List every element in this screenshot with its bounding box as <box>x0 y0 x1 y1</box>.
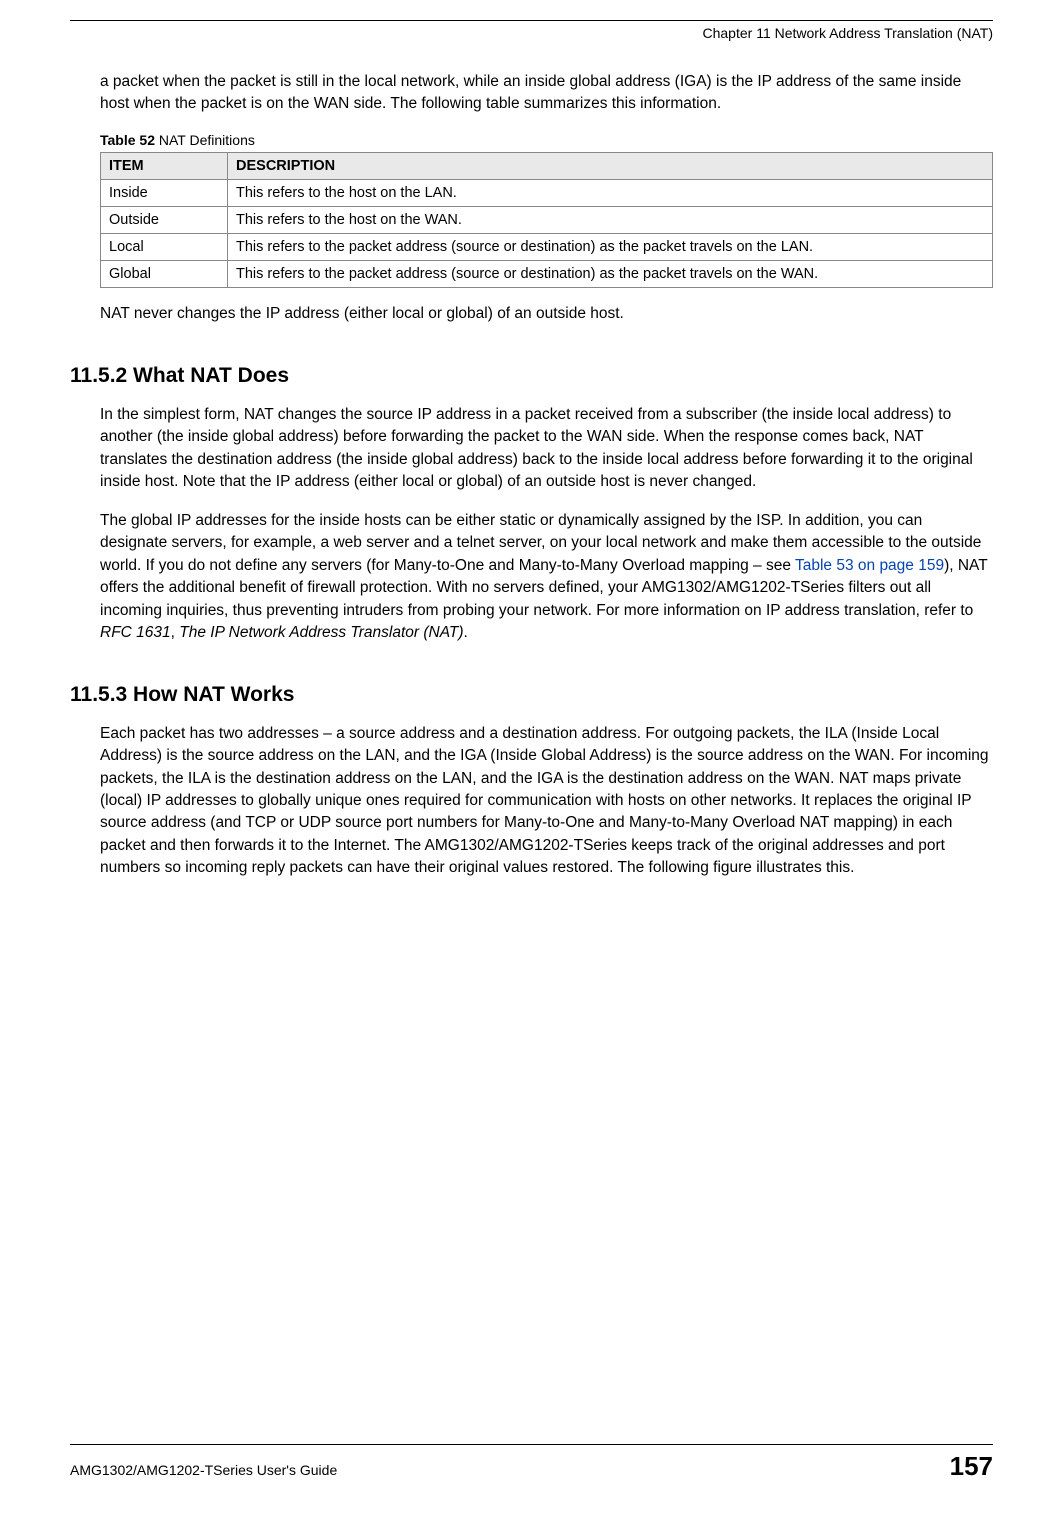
table-cell-desc: This refers to the host on the LAN. <box>228 179 993 206</box>
paragraph-after-table: NAT never changes the IP address (either… <box>100 303 993 325</box>
table-label-rest: NAT Definitions <box>155 132 255 148</box>
table-cell-item: Outside <box>101 206 228 233</box>
table-header-item: ITEM <box>101 152 228 179</box>
table-caption: Table 52 NAT Definitions <box>100 132 993 148</box>
table-cell-desc: This refers to the packet address (sourc… <box>228 260 993 287</box>
p2-end: . <box>464 624 468 641</box>
table-cell-item: Inside <box>101 179 228 206</box>
table-cell-item: Global <box>101 260 228 287</box>
section-1152-p1: In the simplest form, NAT changes the so… <box>100 404 993 494</box>
section-1152-p2: The global IP addresses for the inside h… <box>100 510 993 645</box>
p2-italic-title: The IP Network Address Translator (NAT) <box>179 624 463 641</box>
running-header: Chapter 11 Network Address Translation (… <box>70 25 993 41</box>
table-cell-item: Local <box>101 233 228 260</box>
p2-sep: , <box>171 624 180 641</box>
page-footer: AMG1302/AMG1202-TSeries User's Guide 157 <box>70 1444 993 1482</box>
p2-italic-rfc: RFC 1631 <box>100 624 171 641</box>
table-cell-desc: This refers to the host on the WAN. <box>228 206 993 233</box>
table-row: Global This refers to the packet address… <box>101 260 993 287</box>
table-row: Local This refers to the packet address … <box>101 233 993 260</box>
section-1153-p1: Each packet has two addresses – a source… <box>100 723 993 880</box>
section-heading-1153: 11.5.3 How NAT Works <box>70 683 993 707</box>
table-label-bold: Table 52 <box>100 132 155 148</box>
nat-definitions-table: ITEM DESCRIPTION Inside This refers to t… <box>100 152 993 288</box>
page-number: 157 <box>950 1451 993 1482</box>
table-row: Outside This refers to the host on the W… <box>101 206 993 233</box>
cross-reference-link[interactable]: Table 53 on page 159 <box>795 557 944 574</box>
section-heading-1152: 11.5.2 What NAT Does <box>70 364 993 388</box>
intro-paragraph: a packet when the packet is still in the… <box>100 71 993 116</box>
table-header-description: DESCRIPTION <box>228 152 993 179</box>
footer-guide-name: AMG1302/AMG1202-TSeries User's Guide <box>70 1462 337 1478</box>
table-cell-desc: This refers to the packet address (sourc… <box>228 233 993 260</box>
table-row: Inside This refers to the host on the LA… <box>101 179 993 206</box>
